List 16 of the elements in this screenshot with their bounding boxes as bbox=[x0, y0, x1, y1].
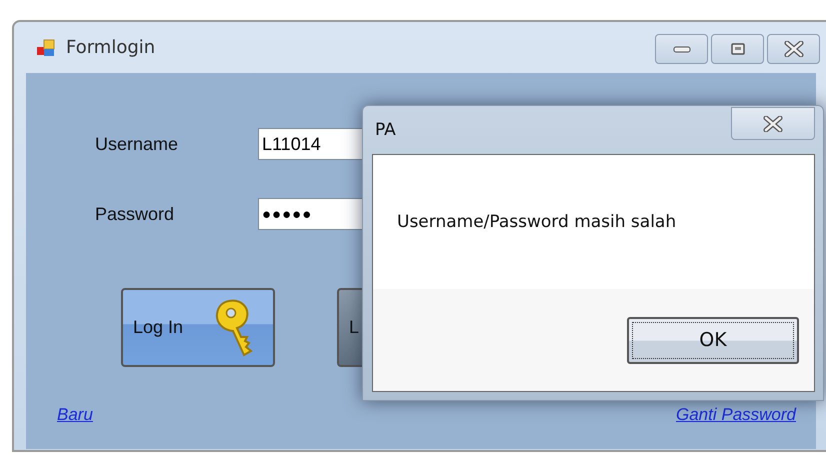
link[interactable]: Ganti Password bbox=[676, 405, 796, 425]
close-icon bbox=[762, 116, 784, 132]
field-label: Password bbox=[95, 204, 176, 224]
ok-button[interactable]: OK bbox=[627, 316, 799, 364]
minimize-button[interactable] bbox=[655, 34, 708, 64]
close-button[interactable] bbox=[767, 34, 820, 64]
minimize-icon bbox=[672, 44, 692, 54]
field-label: Username bbox=[95, 134, 180, 154]
close-icon bbox=[782, 41, 804, 57]
link[interactable]: Baru bbox=[57, 405, 93, 425]
maximize-icon bbox=[730, 42, 746, 56]
window-title: Formlogin bbox=[66, 37, 156, 58]
login-button[interactable]: Log In bbox=[121, 288, 275, 367]
close-button[interactable] bbox=[731, 107, 815, 140]
app-icon bbox=[36, 38, 56, 58]
maximize-button[interactable] bbox=[711, 34, 764, 64]
